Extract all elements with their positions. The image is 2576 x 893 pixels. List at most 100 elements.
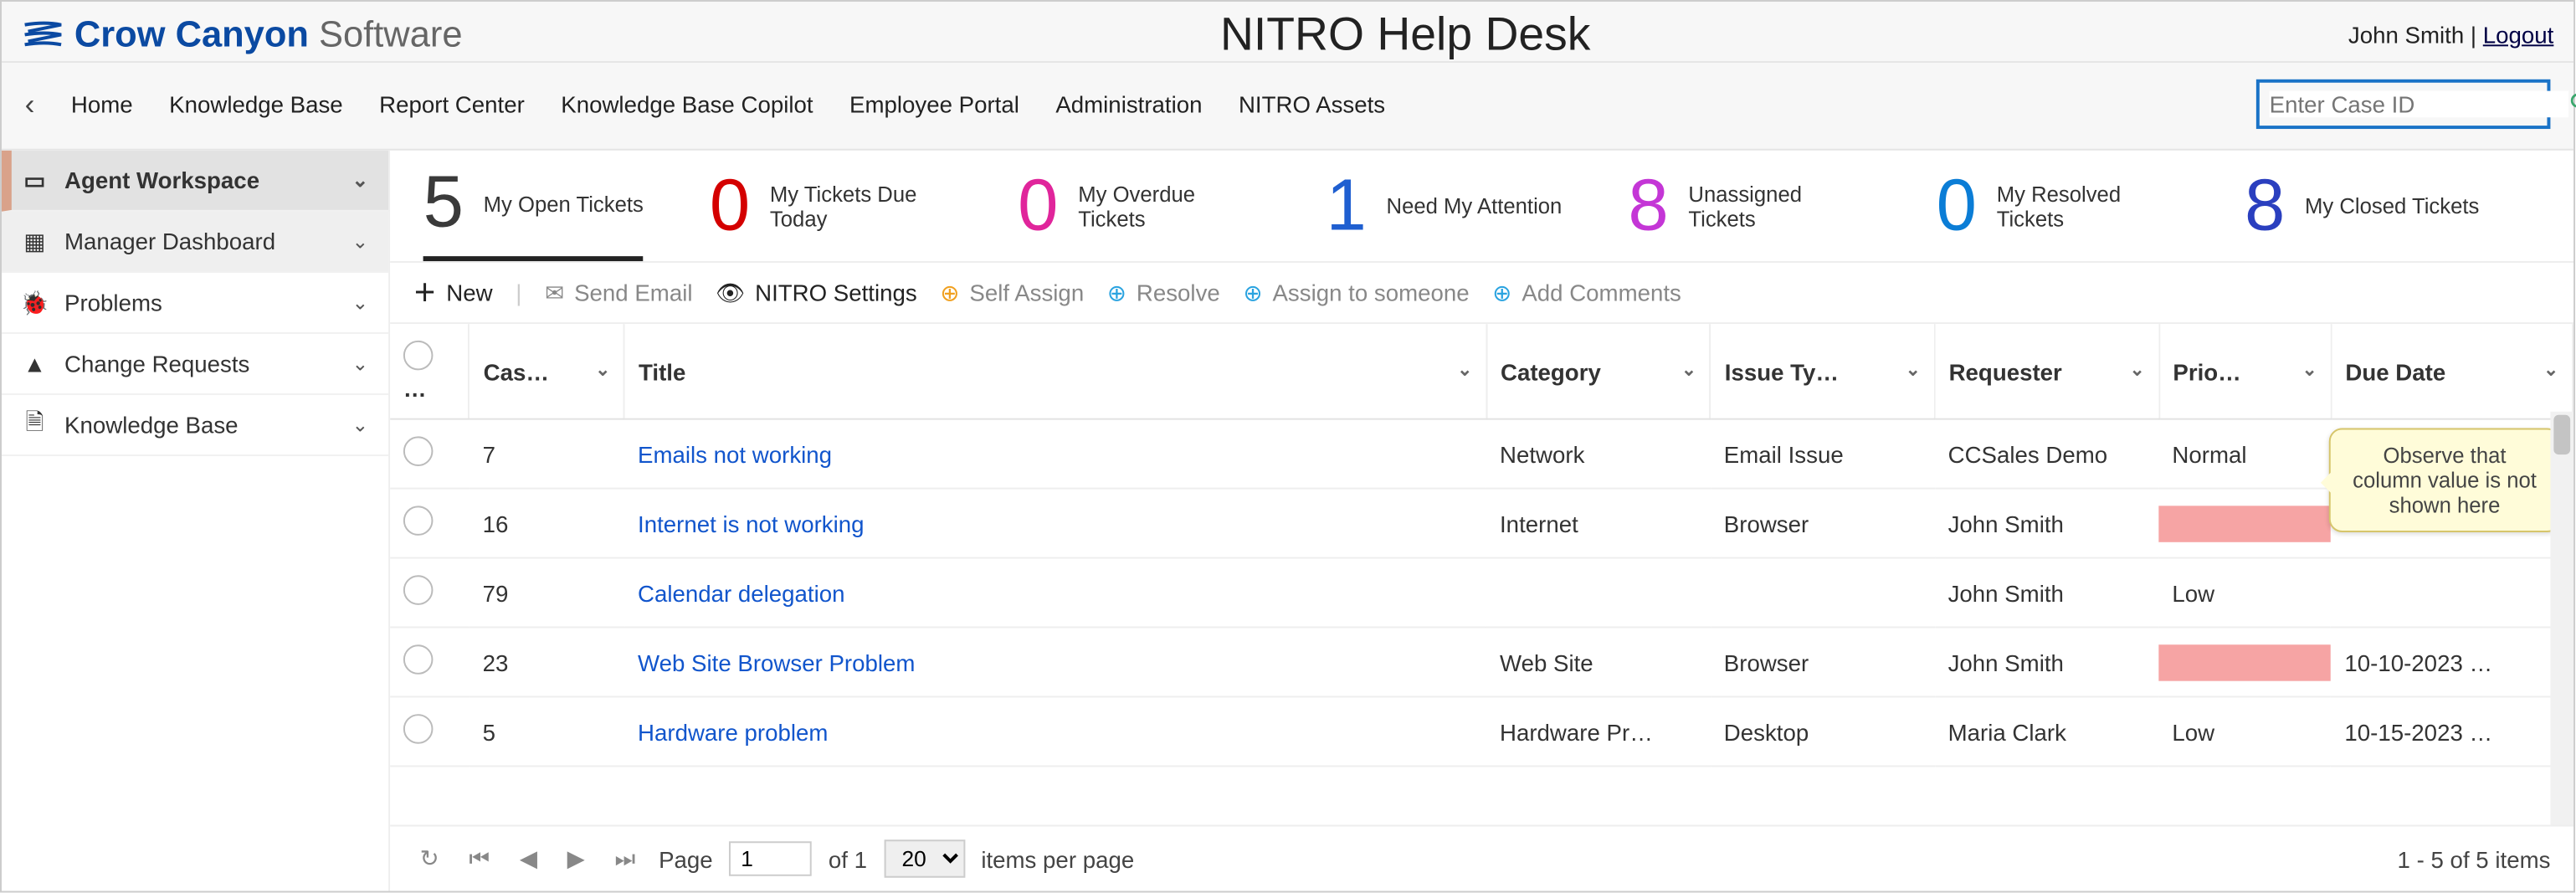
brand-logo: Crow Canyon Software — [22, 13, 463, 56]
stat-tile[interactable]: 0 My Overdue Tickets — [1018, 167, 1260, 261]
row-checkbox[interactable] — [403, 644, 434, 675]
sidebar-item-problems[interactable]: 🐞 Problems ⌄ — [2, 273, 388, 334]
nav-kb[interactable]: Knowledge Base — [169, 91, 343, 118]
table-row[interactable]: 7 Emails not working Network Email Issue… — [390, 419, 2573, 489]
prev-page-button[interactable]: ◀ — [513, 844, 544, 873]
table-row[interactable]: 23 Web Site Browser Problem Web Site Bro… — [390, 628, 2573, 697]
ticket-link[interactable]: Internet is not working — [638, 510, 865, 536]
ticket-link[interactable]: Hardware problem — [638, 718, 828, 745]
stat-value: 0 — [710, 169, 750, 242]
search-icon[interactable]: ⚲ — [2568, 88, 2576, 121]
search-input[interactable] — [2270, 91, 2568, 118]
stat-tile[interactable]: 8 Unassigned Tickets — [1628, 167, 1870, 261]
ticket-link[interactable]: Calendar delegation — [638, 579, 845, 606]
of-label: of 1 — [829, 845, 867, 872]
stat-tile[interactable]: 5 My Open Tickets — [423, 167, 644, 261]
row-checkbox[interactable] — [403, 575, 434, 605]
col-title[interactable]: Title⌄ — [624, 324, 1486, 419]
table-row[interactable]: 16 Internet is not working Internet Brow… — [390, 489, 2573, 558]
stat-label: My Closed Tickets — [2305, 193, 2479, 218]
table-row[interactable]: 5 Hardware problem Hardware Pr… Desktop … — [390, 696, 2573, 766]
sidebar-item-manager[interactable]: ▦ Manager Dashboard ⌄ — [2, 212, 388, 273]
self-assign-button[interactable]: ⊕Self Assign — [940, 279, 1084, 307]
items-label: items per page — [981, 845, 1134, 872]
col-issue[interactable]: Issue Ty…⌄ — [1711, 324, 1935, 419]
first-page-button[interactable]: ⏮ — [462, 844, 496, 873]
sort-icon[interactable]: ⌄ — [2543, 358, 2558, 380]
stat-label: My Resolved Tickets — [1997, 181, 2178, 230]
issue-cell — [1711, 558, 1935, 628]
range-label: 1 - 5 of 5 items — [2398, 845, 2551, 872]
stat-tile[interactable]: 1 Need My Attention — [1326, 167, 1562, 261]
sort-icon[interactable]: ⌄ — [2302, 358, 2317, 380]
category-cell: Network — [1486, 419, 1711, 489]
send-email-button[interactable]: ✉Send Email — [545, 279, 692, 307]
chevron-down-icon: ⌄ — [352, 230, 369, 254]
brand-main: Crow Canyon — [74, 13, 309, 54]
table-row[interactable]: 79 Calendar delegation John Smith Low — [390, 558, 2573, 628]
priority-cell: Low — [2159, 696, 2332, 766]
nav-assets[interactable]: NITRO Assets — [1239, 91, 1385, 118]
col-select[interactable]: … — [390, 324, 470, 419]
stat-label: My Tickets Due Today — [770, 181, 952, 230]
sort-icon[interactable]: ⌄ — [595, 358, 610, 380]
stat-tile[interactable]: 0 My Resolved Tickets — [1937, 167, 2178, 261]
mail-icon: ✉ — [545, 279, 564, 307]
row-checkbox[interactable] — [403, 506, 434, 536]
next-page-button[interactable]: ▶ — [561, 844, 592, 873]
scrollbar-thumb[interactable] — [2553, 415, 2570, 454]
col-case[interactable]: Cas…⌄ — [470, 324, 624, 419]
resolve-button[interactable]: ⊕Resolve — [1107, 279, 1220, 307]
nav-kb-copilot[interactable]: Knowledge Base Copilot — [561, 91, 813, 118]
logout-link[interactable]: Logout — [2483, 22, 2554, 49]
search-box[interactable]: ⚲ — [2256, 80, 2551, 129]
sidebar-item-label: Change Requests — [64, 351, 249, 377]
refresh-button[interactable]: ↻ — [413, 844, 446, 873]
col-due[interactable]: Due Date⌄ — [2332, 324, 2573, 419]
last-page-button[interactable]: ⏭ — [608, 844, 643, 873]
nav-admin[interactable]: Administration — [1055, 91, 1202, 118]
issue-cell: Desktop — [1711, 696, 1935, 766]
col-category[interactable]: Category⌄ — [1486, 324, 1711, 419]
eye-icon: 👁 — [716, 279, 745, 307]
sidebar-item-kb[interactable]: 🗎 Knowledge Base ⌄ — [2, 395, 388, 456]
sort-icon[interactable]: ⌄ — [1906, 358, 1921, 380]
case-cell: 23 — [470, 628, 624, 697]
col-priority[interactable]: Prio…⌄ — [2159, 324, 2332, 419]
add-comments-button[interactable]: ⊕Add Comments — [1492, 279, 1681, 307]
requester-cell: John Smith — [1935, 489, 2159, 558]
back-icon[interactable]: ‹ — [25, 87, 35, 121]
sidebar-item-change[interactable]: ▲ Change Requests ⌄ — [2, 334, 388, 395]
new-button[interactable]: ＋New — [413, 276, 493, 310]
vertical-scrollbar[interactable] — [2550, 412, 2573, 825]
issue-cell: Browser — [1711, 489, 1935, 558]
case-cell: 5 — [470, 696, 624, 766]
case-cell: 16 — [470, 489, 624, 558]
row-checkbox[interactable] — [403, 714, 434, 744]
issue-cell: Browser — [1711, 628, 1935, 697]
stat-tile[interactable]: 0 My Tickets Due Today — [710, 167, 952, 261]
row-checkbox[interactable] — [403, 436, 434, 466]
assign-button[interactable]: ⊕Assign to someone — [1243, 279, 1469, 307]
app-title: NITRO Help Desk — [1220, 8, 1590, 61]
ticket-link[interactable]: Web Site Browser Problem — [638, 649, 915, 675]
col-requester[interactable]: Requester⌄ — [1935, 324, 2159, 419]
sort-icon[interactable]: ⌄ — [2130, 358, 2145, 380]
nav-report[interactable]: Report Center — [379, 91, 525, 118]
stats-row: 5 My Open Tickets0 My Tickets Due Today0… — [390, 151, 2573, 263]
nav-employee[interactable]: Employee Portal — [849, 91, 1019, 118]
nav-home[interactable]: Home — [71, 91, 133, 118]
stat-tile[interactable]: 8 My Closed Tickets — [2245, 167, 2479, 261]
sort-icon[interactable]: ⌄ — [1457, 358, 1472, 380]
page-size-select[interactable]: 20 — [884, 839, 965, 877]
ticket-link[interactable]: Emails not working — [638, 440, 832, 467]
user-name: John Smith — [2348, 22, 2464, 49]
select-all-checkbox[interactable] — [403, 341, 434, 371]
due-cell: 10-10-2023 … — [2332, 628, 2573, 697]
sidebar-item-agent[interactable]: ▭ Agent Workspace ⌄ — [2, 151, 388, 212]
nitro-settings-button[interactable]: 👁NITRO Settings — [716, 279, 917, 307]
priority-cell: Low — [2159, 558, 2332, 628]
sidebar-item-label: Agent Workspace — [64, 167, 259, 193]
sort-icon[interactable]: ⌄ — [1681, 358, 1696, 380]
page-input[interactable] — [729, 841, 812, 875]
